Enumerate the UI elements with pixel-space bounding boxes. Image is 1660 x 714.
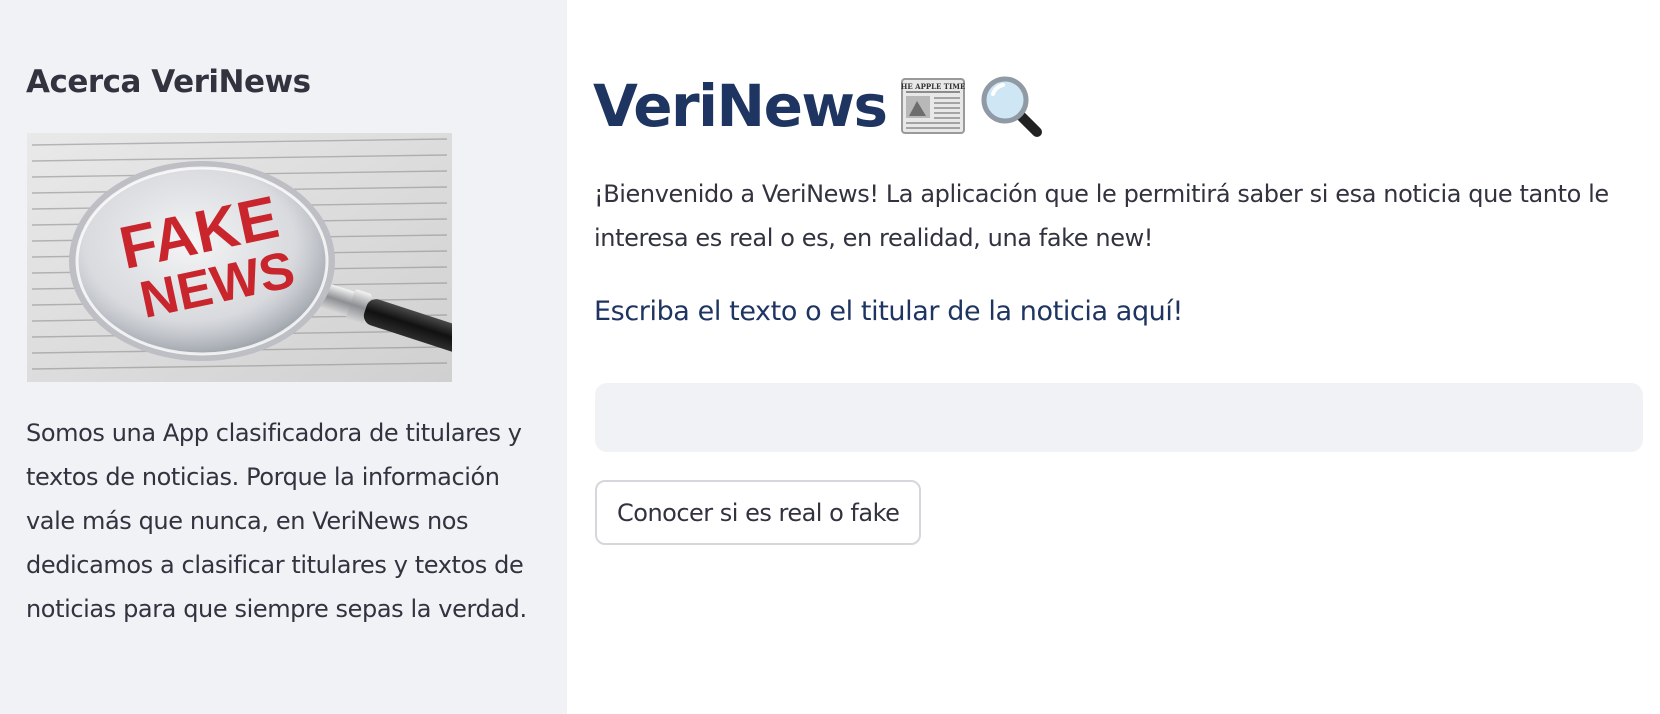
news-input-label: Escriba el texto o el titular de la noti… (594, 296, 1183, 327)
page-title-text: VeriNews (593, 72, 888, 140)
main-content: VeriNews THE APPLE TIMES (567, 0, 1660, 714)
newspaper-icon: THE APPLE TIMES (900, 78, 965, 134)
sidebar-title: Acerca VeriNews (26, 64, 311, 100)
fake-news-image: FAKE NEWS (27, 133, 452, 382)
page-title: VeriNews THE APPLE TIMES (593, 70, 1043, 142)
welcome-text: ¡Bienvenido a VeriNews! La aplicación qu… (594, 180, 1609, 252)
app-root: Acerca VeriNews FAKE NEWS Somos una App … (0, 0, 1660, 714)
news-text-input[interactable] (595, 383, 1643, 452)
magnifying-glass-icon (981, 76, 1042, 137)
newspaper-icon-text: THE APPLE TIMES (901, 82, 965, 91)
check-news-button[interactable]: Conocer si es real o fake (595, 480, 922, 545)
sidebar-description: Somos una App clasificadora de titulares… (26, 419, 527, 623)
sidebar: Acerca VeriNews FAKE NEWS Somos una App … (0, 0, 567, 714)
